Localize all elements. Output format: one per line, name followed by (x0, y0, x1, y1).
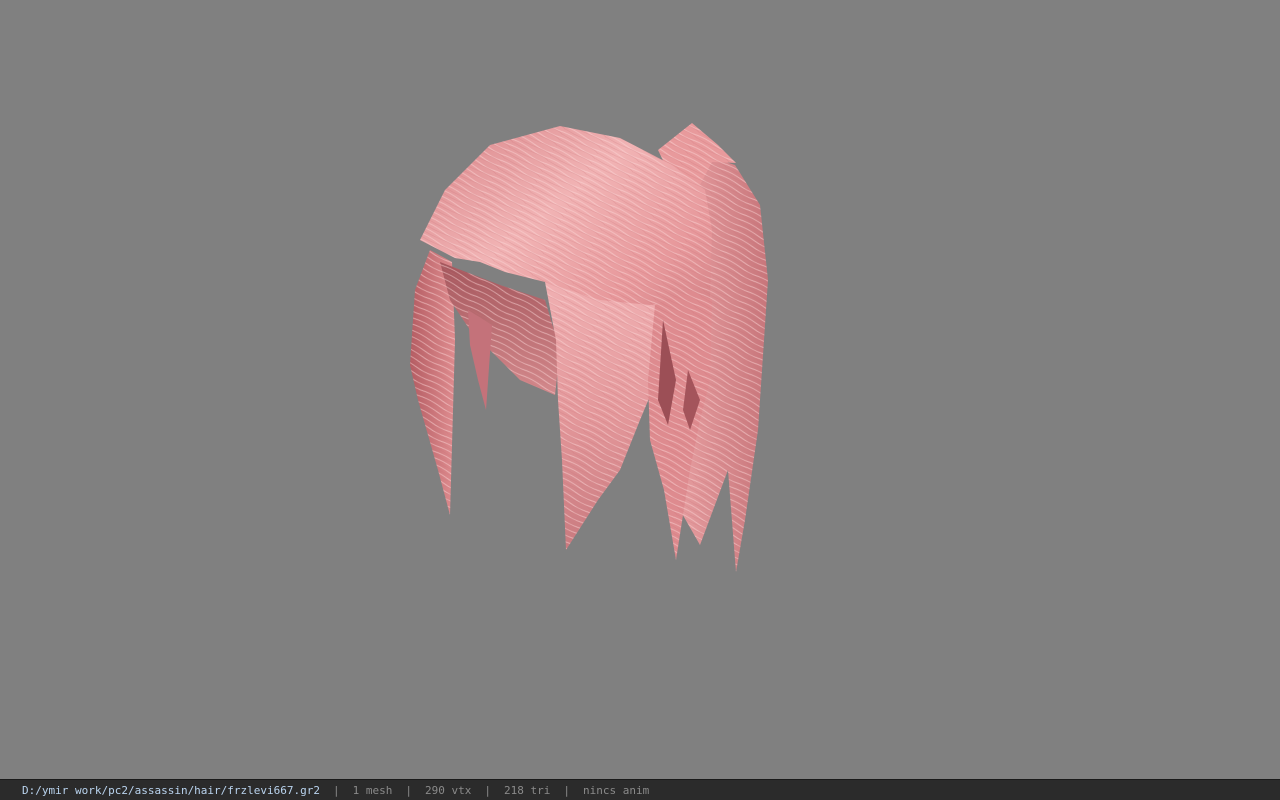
status-triangle-count: 218 tri (504, 783, 551, 797)
status-anim: nincs anim (582, 783, 650, 797)
status-file-path: D:/ymir work/pc2/assassin/hair/frzlevi66… (22, 783, 321, 797)
hair-inner-shadow-texture (440, 262, 560, 395)
hair-model[interactable] (0, 0, 1280, 779)
status-mesh-count: 1 mesh (352, 783, 393, 797)
status-separator: | (333, 783, 340, 797)
status-bar: D:/ymir work/pc2/assassin/hair/frzlevi66… (0, 779, 1280, 800)
status-separator: | (484, 783, 491, 797)
status-vertex-count: 290 vtx (425, 783, 472, 797)
status-separator: | (405, 783, 413, 797)
3d-viewport[interactable] (0, 0, 1280, 779)
hair-bang-spike (468, 310, 492, 410)
status-separator: | (563, 783, 570, 797)
